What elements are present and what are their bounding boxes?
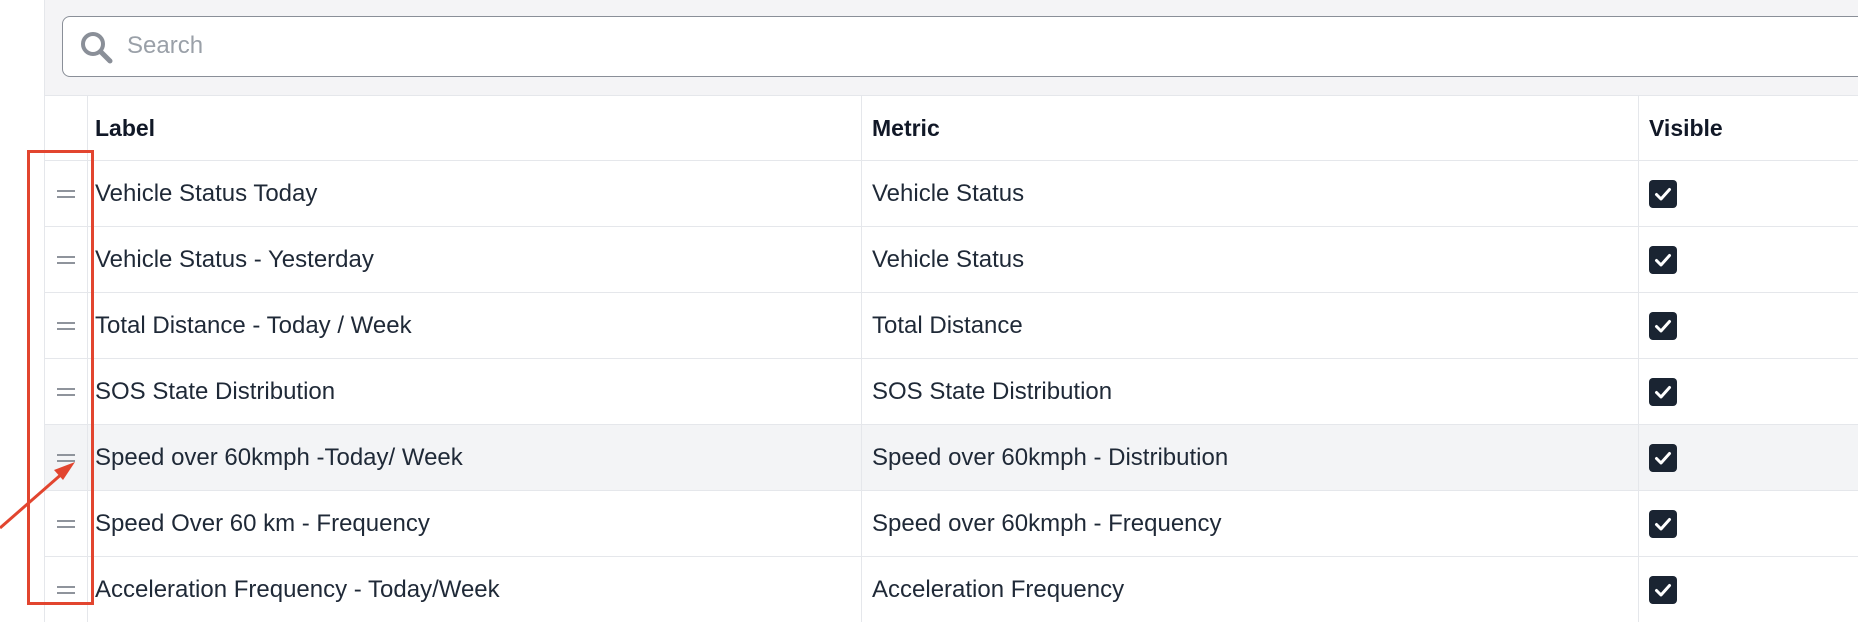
visible-checkbox[interactable] xyxy=(1649,509,1677,538)
row-metric: Vehicle Status xyxy=(861,227,1647,292)
checkmark-icon xyxy=(1655,319,1671,332)
drag-handle-icon[interactable] xyxy=(57,585,75,595)
row-label: Speed Over 60 km - Frequency xyxy=(95,509,430,537)
visible-checkbox[interactable] xyxy=(1649,179,1677,208)
visible-checkbox[interactable] xyxy=(1649,377,1677,406)
drag-handle-icon[interactable] xyxy=(57,255,75,265)
checkmark-icon xyxy=(1655,187,1671,200)
table-row[interactable]: Vehicle Status Today Vehicle Status xyxy=(45,161,1858,227)
table-row-hovered[interactable]: Speed over 60kmph -Today/ Week Speed ove… xyxy=(45,425,1858,491)
row-metric: Speed over 60kmph - Distribution xyxy=(861,425,1647,490)
visible-checkbox[interactable] xyxy=(1649,311,1677,340)
row-label: Vehicle Status - Yesterday xyxy=(95,245,374,273)
visible-checkbox[interactable] xyxy=(1649,575,1677,604)
visible-checkbox[interactable] xyxy=(1649,245,1677,274)
drag-handle-icon[interactable] xyxy=(57,189,75,199)
row-metric: Speed over 60kmph - Frequency xyxy=(861,491,1647,556)
search-icon xyxy=(79,30,115,66)
visible-checkbox[interactable] xyxy=(1649,443,1677,472)
row-metric: Total Distance xyxy=(861,293,1647,358)
table-row[interactable]: SOS State Distribution SOS State Distrib… xyxy=(45,359,1858,425)
row-metric: Acceleration Frequency xyxy=(861,557,1647,622)
column-header-visible[interactable]: Visible xyxy=(1638,96,1858,160)
row-metric: Vehicle Status xyxy=(861,161,1647,226)
row-label: Speed over 60kmph -Today/ Week xyxy=(95,443,463,471)
left-rail xyxy=(0,0,45,622)
checkmark-icon xyxy=(1655,583,1671,596)
table-row[interactable]: Vehicle Status - Yesterday Vehicle Statu… xyxy=(45,227,1858,293)
table-header-row: Label Metric Visible xyxy=(45,96,1858,161)
checkmark-icon xyxy=(1655,451,1671,464)
search-input[interactable] xyxy=(127,21,1827,71)
row-label: Acceleration Frequency - Today/Week xyxy=(95,575,500,603)
row-label: SOS State Distribution xyxy=(95,377,336,405)
drag-handle-icon[interactable] xyxy=(57,519,75,529)
table-row[interactable]: Total Distance - Today / Week Total Dist… xyxy=(45,293,1858,359)
drag-handle-icon[interactable] xyxy=(57,321,75,331)
table-row[interactable]: Acceleration Frequency - Today/Week Acce… xyxy=(45,557,1858,622)
column-header-label[interactable]: Label xyxy=(93,96,905,160)
page: Label Metric Visible Vehicle Status Toda… xyxy=(0,0,1858,622)
search-box[interactable] xyxy=(62,16,1858,77)
widgets-table: Label Metric Visible Vehicle Status Toda… xyxy=(45,95,1858,622)
row-label: Total Distance - Today / Week xyxy=(95,311,412,339)
checkmark-icon xyxy=(1655,517,1671,530)
drag-handle-icon[interactable] xyxy=(57,453,75,463)
checkmark-icon xyxy=(1655,253,1671,266)
row-metric: SOS State Distribution xyxy=(861,359,1647,424)
column-header-metric[interactable]: Metric xyxy=(861,96,1647,160)
row-label: Vehicle Status Today xyxy=(95,179,318,207)
drag-handle-icon[interactable] xyxy=(57,387,75,397)
table-row[interactable]: Speed Over 60 km - Frequency Speed over … xyxy=(45,491,1858,557)
checkmark-icon xyxy=(1655,385,1671,398)
